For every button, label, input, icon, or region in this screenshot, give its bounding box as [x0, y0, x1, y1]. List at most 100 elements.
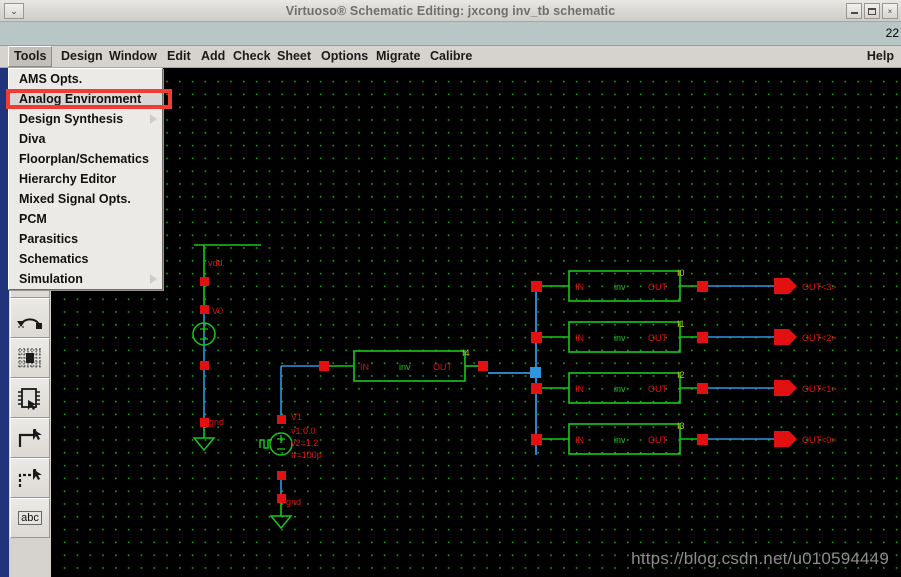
i0-out-pin-label: OUT [648, 282, 668, 292]
v1-gnd-label: gnd [286, 497, 301, 507]
v0-top-pin-square [200, 305, 209, 314]
i2-out-pin-label: OUT [648, 384, 668, 394]
v1-net-pin-square [319, 361, 329, 371]
i2-in-pin-label: IN [575, 384, 584, 394]
menu-item-label: Parasitics [19, 232, 78, 246]
i3-out-pin-label: OUT [648, 435, 668, 445]
tool-step-wire[interactable] [10, 418, 50, 458]
out2-net-label: OUT<2> [802, 333, 837, 343]
v1-param-tr: tr=100p [291, 450, 322, 460]
i4-in-pin-label: IN [360, 362, 369, 372]
minimize-icon [851, 12, 858, 14]
v1-top-pin-square [277, 415, 286, 424]
menu-item-hierarchy-editor[interactable]: Hierarchy Editor [9, 169, 162, 189]
status-info-bar: 22 [0, 22, 901, 46]
i0-instance-label: I0 [677, 268, 685, 278]
menu-item-label: Hierarchy Editor [19, 172, 116, 186]
i3-output-pin-square [697, 434, 708, 445]
tool-text-label[interactable]: abc [10, 498, 50, 538]
tool-chip[interactable] [10, 378, 50, 418]
menu-item-design-synthesis[interactable]: Design Synthesis [9, 109, 162, 129]
menu-item-pcm[interactable]: PCM [9, 209, 162, 229]
menu-item-label: Analog Environment [19, 92, 141, 106]
menu-tools[interactable]: Tools [8, 46, 52, 67]
v0-instance-label: V0 [212, 306, 223, 316]
i1-in-pin-label: IN [575, 333, 584, 343]
menu-sheet[interactable]: Sheet [272, 46, 316, 67]
menu-item-label: Schematics [19, 252, 88, 266]
arc-arrow-icon [15, 305, 45, 331]
i2-cell-label: inv [614, 384, 626, 394]
close-icon: × [888, 7, 893, 16]
menu-item-label: Mixed Signal Opts. [19, 192, 131, 206]
vdd-net-label: vdd. [208, 258, 225, 268]
abc-text-icon: abc [18, 511, 42, 525]
grid-dots [53, 72, 901, 577]
window-title: Virtuoso® Schematic Editing: jxcong inv_… [0, 0, 901, 22]
maximize-button[interactable] [864, 3, 880, 19]
menu-item-schematics[interactable]: Schematics [9, 249, 162, 269]
i4-cell-label: inv [399, 362, 411, 372]
menu-check[interactable]: Check [228, 46, 276, 67]
menu-edit[interactable]: Edit [162, 46, 196, 67]
menu-item-label: PCM [19, 212, 47, 226]
menu-window[interactable]: Window [104, 46, 162, 67]
i2-instance-label: I2 [677, 370, 685, 380]
i1-output-pin-square [697, 332, 708, 343]
vdd-gnd-label: gnd [209, 417, 224, 427]
tool-step-wire-alt[interactable] [10, 458, 50, 498]
menu-item-label: Floorplan/Schematics [19, 152, 149, 166]
menu-item-ams-opts[interactable]: AMS Opts. [9, 69, 162, 89]
submenu-arrow-icon [150, 274, 157, 284]
bus-tap-i1-square [531, 332, 542, 343]
i3-cell-label: inv [614, 435, 626, 445]
i0-in-pin-label: IN [575, 282, 584, 292]
menu-options[interactable]: Options [316, 46, 373, 67]
i4-instance-label: I4 [462, 348, 470, 358]
bus-tap-i3-square [531, 434, 542, 445]
step-wire-alt-icon [15, 465, 45, 491]
menu-item-parasitics[interactable]: Parasitics [9, 229, 162, 249]
menu-item-diva[interactable]: Diva [9, 129, 162, 149]
menu-item-label: AMS Opts. [19, 72, 82, 86]
chip-ic-icon [15, 385, 45, 411]
tools-dropdown-menu[interactable]: AMS Opts. Analog Environment Design Synt… [8, 68, 163, 290]
bus-tap-i0-square [531, 281, 542, 292]
i1-cell-label: inv [614, 333, 626, 343]
vdd-pin-square [200, 277, 209, 286]
menu-design[interactable]: Design [56, 46, 108, 67]
i3-in-pin-label: IN [575, 435, 584, 445]
menu-add[interactable]: Add [196, 46, 230, 67]
menu-migrate[interactable]: Migrate [371, 46, 425, 67]
i1-instance-label: I1 [677, 319, 685, 329]
close-button[interactable]: × [882, 3, 898, 19]
v1-param-v2: v2=1.2 [291, 438, 318, 448]
menu-item-simulation[interactable]: Simulation [9, 269, 162, 289]
watermark-text: https://blog.csdn.net/u010594449 [631, 549, 889, 569]
v0-bottom-pin-square [200, 361, 209, 370]
v1-bottom-pin-square [277, 471, 286, 480]
window-controls: × [846, 3, 898, 19]
schematic-drawing: vdd. V0 gnd [51, 68, 901, 577]
menu-item-label: Simulation [19, 272, 83, 286]
menu-calibre[interactable]: Calibre [425, 46, 477, 67]
menu-item-floorplan-schematics[interactable]: Floorplan/Schematics [9, 149, 162, 169]
bus-tap-i2-square [531, 383, 542, 394]
minimize-button[interactable] [846, 3, 862, 19]
i4-output-pin-square [478, 361, 488, 371]
coordinate-readout: 22 [886, 26, 899, 40]
virtuoso-window: ⌄ Virtuoso® Schematic Editing: jxcong in… [0, 0, 901, 577]
tool-arc-move[interactable] [10, 298, 50, 338]
menu-item-mixed-signal-opts[interactable]: Mixed Signal Opts. [9, 189, 162, 209]
schematic-canvas[interactable]: vdd. V0 gnd [51, 68, 901, 577]
maximize-icon [868, 8, 876, 15]
i4-out-pin-label: OUT [433, 362, 453, 372]
i0-output-pin-square [697, 281, 708, 292]
i0-cell-label: inv [614, 282, 626, 292]
out1-net-label: OUT<1> [802, 384, 837, 394]
menu-item-analog-environment[interactable]: Analog Environment [9, 89, 162, 109]
menu-item-label: Design Synthesis [19, 112, 123, 126]
tool-grid-array[interactable] [10, 338, 50, 378]
v1-instance-label: V1 [291, 412, 302, 422]
menu-help[interactable]: Help [862, 46, 899, 67]
